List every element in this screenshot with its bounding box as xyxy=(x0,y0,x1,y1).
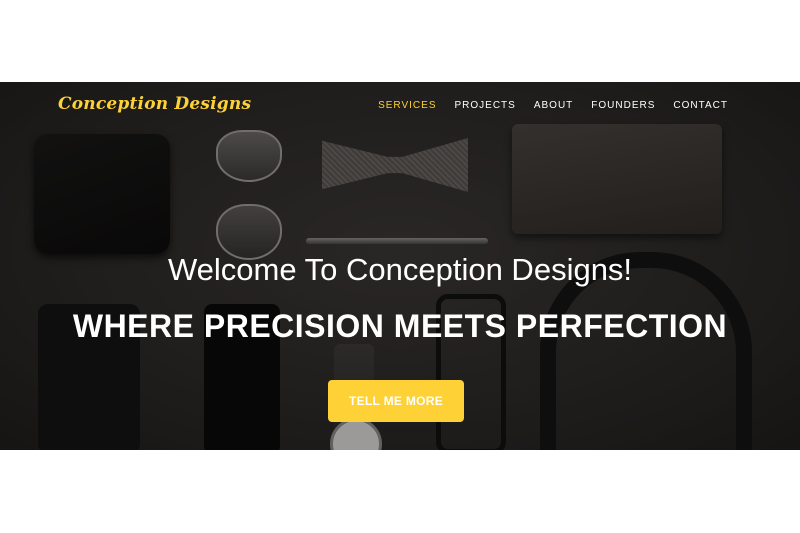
tell-me-more-button[interactable]: TELL ME MORE xyxy=(328,380,464,422)
bowtie-image xyxy=(322,138,468,192)
nav-item-about[interactable]: ABOUT xyxy=(534,100,573,111)
watch-face-image xyxy=(330,418,382,450)
hero-section: Conception Designs SERVICES PROJECTS ABO… xyxy=(0,82,800,450)
nav-menu: SERVICES PROJECTS ABOUT FOUNDERS CONTACT xyxy=(378,100,728,111)
wallet-image xyxy=(34,134,170,254)
pen-image xyxy=(306,238,488,244)
nav-item-services[interactable]: SERVICES xyxy=(378,100,436,111)
hero-welcome-heading: Welcome To Conception Designs! xyxy=(167,252,633,287)
nav-item-projects[interactable]: PROJECTS xyxy=(454,100,515,111)
nav-item-contact[interactable]: CONTACT xyxy=(673,100,728,111)
sunglasses-image xyxy=(216,130,282,182)
hero-tagline: WHERE PRECISION MEETS PERFECTION xyxy=(72,308,728,344)
notebook-image xyxy=(512,124,722,234)
top-navbar: Conception Designs SERVICES PROJECTS ABO… xyxy=(0,82,800,128)
brand-logo[interactable]: Conception Designs xyxy=(58,94,251,114)
nav-item-founders[interactable]: FOUNDERS xyxy=(591,100,655,111)
